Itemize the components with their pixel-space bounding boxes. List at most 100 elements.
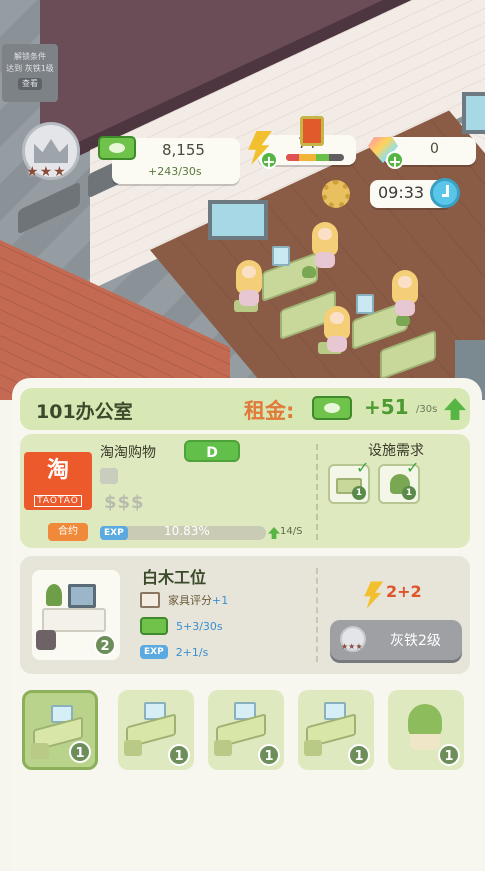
- furniture-slot-desk[interactable]: 1: [208, 690, 284, 770]
- slot-level-badge: 1: [258, 744, 280, 766]
- pot-icon: [410, 734, 440, 750]
- tenant-exp-rate: 14/S: [280, 526, 303, 537]
- cash-icon: [140, 617, 168, 635]
- income-value: 5+3/30s: [176, 619, 223, 633]
- store-icon: [100, 468, 118, 484]
- office-worker[interactable]: [392, 270, 418, 316]
- slot-level-badge: 1: [69, 741, 91, 763]
- furniture-rating-icon: [140, 592, 160, 608]
- plant-icon: [46, 584, 62, 606]
- furniture-level-badge: 2: [94, 634, 116, 656]
- check-icon: ✓: [356, 458, 370, 477]
- chair-icon: [124, 740, 142, 756]
- unlock-requirement-button[interactable]: 灰铁2级: [330, 620, 462, 660]
- alarm-clock-icon: [430, 178, 460, 208]
- clock-value: 09:33: [378, 183, 425, 202]
- tenant-exp-percent: 10.83%: [164, 524, 210, 538]
- energy-bar-fill: [286, 154, 329, 161]
- cash-icon: [312, 396, 352, 420]
- rank-icon: [340, 626, 366, 652]
- logo-text: 淘: [46, 457, 69, 483]
- sign-condition: 达到 灰铁1级: [6, 64, 54, 73]
- window: [208, 200, 268, 240]
- exp-up-arrow-icon: [268, 527, 280, 539]
- chair-icon: [304, 740, 322, 756]
- rating-value: +1: [212, 593, 229, 607]
- rating-label: 家具评分: [168, 594, 212, 607]
- locked-area-sign[interactable]: 解锁条件 达到 灰铁1级 查看: [2, 44, 58, 102]
- requirement-count: 1: [402, 486, 416, 500]
- furniture-slot-desk[interactable]: 1: [298, 690, 374, 770]
- chair-icon: [31, 743, 49, 759]
- sign-view-tag[interactable]: 查看: [18, 78, 42, 90]
- gear-icon[interactable]: [322, 180, 350, 208]
- office-worker[interactable]: [324, 306, 350, 352]
- add-gem-icon[interactable]: +: [386, 151, 404, 171]
- furniture-slot-desk[interactable]: 1: [22, 690, 98, 770]
- facility-requirements-title: 设施需求: [368, 443, 424, 459]
- cash-display[interactable]: 8,155 +243/30s: [98, 136, 240, 184]
- clock-display[interactable]: 09:33: [370, 178, 460, 208]
- logo-subtext: TAOTAO: [34, 495, 82, 507]
- gem-display[interactable]: + 0: [368, 137, 476, 171]
- slot-level-badge: 1: [168, 744, 190, 766]
- cash-icon: [98, 136, 136, 160]
- exp-value: 2+1/s: [175, 645, 209, 659]
- rent-label: 租金:: [244, 399, 295, 423]
- tenant-grade-badge: D: [184, 440, 240, 462]
- exp-icon: EXP: [100, 526, 128, 540]
- tenant-logo: 淘 TAOTAO: [24, 452, 92, 510]
- plant-icon: [408, 704, 442, 738]
- room-title: 101办公室: [36, 401, 133, 423]
- monitor: [272, 246, 290, 266]
- office-worker[interactable]: [236, 260, 262, 306]
- tenant-card[interactable]: 淘 TAOTAO 淘淘购物 D $$$ 合约 EXP 10.83% 14/S 设…: [20, 434, 470, 548]
- rent-amount: +51: [364, 395, 409, 419]
- monitor: [356, 294, 374, 314]
- gem-value: 0: [430, 141, 439, 157]
- divider: [316, 568, 318, 662]
- furniture-detail-card: 2 白木工位 家具评分 +1 5+3/30s EXP 2+1/s 2+2 灰铁2…: [20, 556, 470, 674]
- facility-requirement-desk[interactable]: ✓ 1: [328, 460, 370, 504]
- desk-plant: [302, 266, 316, 278]
- slot-level-badge: 1: [438, 744, 460, 766]
- monitor-icon: [68, 584, 96, 608]
- star-icon: ★: [39, 164, 53, 180]
- stat-furniture-rating: 家具评分 +1: [140, 590, 228, 610]
- office-worker[interactable]: [312, 222, 338, 268]
- wall-poster: [300, 116, 324, 146]
- window: [462, 92, 485, 134]
- unlock-label: 灰铁2级: [390, 633, 441, 649]
- furniture-slot-desk[interactable]: 1: [118, 690, 194, 770]
- furniture-name: 白木工位: [142, 568, 207, 587]
- rank-stars: ★ ★ ★: [26, 164, 66, 180]
- furniture-slot-plant[interactable]: 1: [388, 690, 464, 770]
- desk-icon: [42, 608, 106, 632]
- tenant-name: 淘淘购物: [100, 445, 156, 461]
- energy-cost: 2+2: [386, 582, 422, 601]
- divider: [316, 444, 318, 540]
- stat-income: 5+3/30s: [140, 616, 223, 636]
- check-icon: ✓: [406, 458, 420, 477]
- room-detail-panel: 101办公室 租金: +51 /30s 淘 TAOTAO 淘淘购物 D $$$ …: [12, 378, 482, 871]
- slot-level-badge: 1: [348, 744, 370, 766]
- star-icon: ★: [53, 164, 66, 180]
- contract-button[interactable]: 合约: [48, 523, 88, 541]
- lightning-icon: [364, 581, 384, 609]
- requirement-count: 1: [352, 486, 366, 500]
- rent-upgrade-arrow-icon[interactable]: [444, 398, 466, 420]
- rent-unit: /30s: [416, 404, 438, 415]
- facility-requirement-plant[interactable]: ✓ 1: [378, 460, 420, 504]
- chair-icon: [214, 740, 232, 756]
- exp-icon: EXP: [140, 645, 168, 659]
- cash-value: 8,155: [162, 141, 205, 159]
- room-header: 101办公室 租金: +51 /30s: [20, 388, 470, 430]
- crown-icon: [34, 139, 68, 163]
- stat-exp: EXP 2+1/s: [140, 642, 208, 662]
- furniture-thumbnail: 2: [32, 570, 120, 660]
- tenant-price-level: $$$: [104, 492, 145, 513]
- cash-rate: +243/30s: [148, 165, 202, 178]
- add-energy-icon[interactable]: +: [260, 151, 278, 171]
- sign-title: 解锁条件: [14, 52, 46, 61]
- star-icon: ★: [26, 164, 39, 180]
